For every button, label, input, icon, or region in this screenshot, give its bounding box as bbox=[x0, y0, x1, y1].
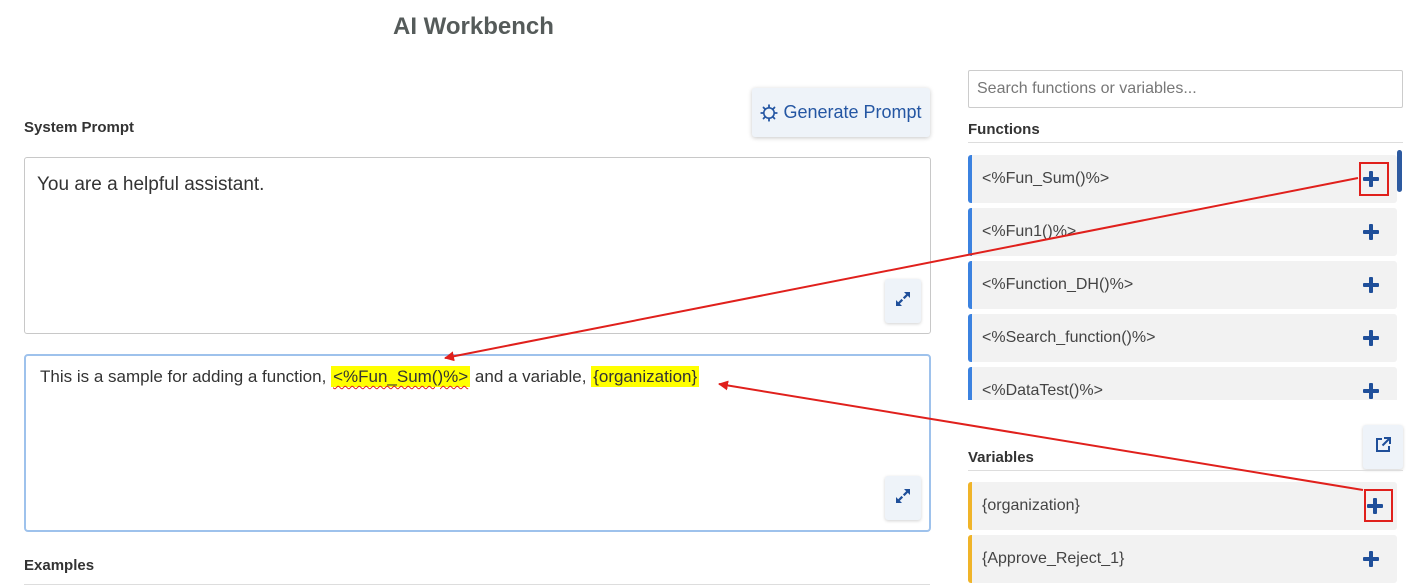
system-prompt-textarea[interactable]: You are a helpful assistant. bbox=[24, 157, 931, 334]
plus-icon[interactable] bbox=[1362, 329, 1380, 347]
variable-token-highlight: {organization} bbox=[591, 366, 700, 387]
function-item[interactable]: <%Search_function()%> bbox=[968, 314, 1397, 362]
variable-item-label: {organization} bbox=[982, 497, 1080, 514]
page-title: AI Workbench bbox=[393, 13, 554, 40]
expand-system-prompt-button[interactable] bbox=[885, 279, 921, 323]
function-item-label: <%Fun1()%> bbox=[982, 223, 1077, 240]
function-item-label: <%Search_function()%> bbox=[982, 329, 1156, 346]
annotation-box-variable-add bbox=[1364, 489, 1393, 522]
user-prompt-text: This is a sample for adding a function, … bbox=[40, 366, 700, 387]
functions-scrollbar[interactable] bbox=[1397, 150, 1402, 192]
function-item[interactable]: <%DataTest()%> bbox=[968, 367, 1397, 400]
annotation-box-function-add bbox=[1359, 162, 1389, 196]
variables-list[interactable]: {organization} {Approve_Reject_1} bbox=[968, 482, 1398, 586]
function-item[interactable]: <%Fun_Sum()%> bbox=[968, 155, 1397, 203]
plus-icon[interactable] bbox=[1362, 223, 1380, 241]
function-token-highlight: <%Fun_Sum()%> bbox=[331, 366, 471, 387]
variable-item[interactable]: {Approve_Reject_1} bbox=[968, 535, 1397, 583]
function-item-label: <%DataTest()%> bbox=[982, 382, 1103, 399]
expand-arrows-icon bbox=[895, 488, 911, 509]
search-input[interactable] bbox=[968, 70, 1403, 108]
function-item[interactable]: <%Fun1()%> bbox=[968, 208, 1397, 256]
user-prompt-textarea[interactable]: This is a sample for adding a function, … bbox=[24, 354, 931, 532]
system-prompt-label: System Prompt bbox=[24, 119, 135, 136]
examples-divider bbox=[24, 584, 930, 585]
variable-token: {organization} bbox=[593, 367, 698, 386]
plus-icon[interactable] bbox=[1362, 276, 1380, 294]
system-prompt-text: You are a helpful assistant. bbox=[37, 174, 265, 195]
variable-item[interactable]: {organization} bbox=[968, 482, 1397, 530]
plus-icon[interactable] bbox=[1362, 550, 1380, 568]
variable-item-label: {Approve_Reject_1} bbox=[982, 550, 1125, 567]
plus-icon[interactable] bbox=[1362, 382, 1380, 400]
variables-heading: Variables bbox=[968, 449, 1403, 471]
ai-workbench-page: AI Workbench Generate Prompt System Prom… bbox=[0, 0, 1414, 586]
examples-label: Examples bbox=[24, 557, 95, 574]
expand-arrows-icon bbox=[895, 291, 911, 312]
function-item[interactable]: <%Function_DH()%> bbox=[968, 261, 1397, 309]
functions-heading: Functions bbox=[968, 121, 1403, 143]
gear-icon bbox=[760, 103, 779, 122]
generate-prompt-button[interactable]: Generate Prompt bbox=[752, 88, 930, 137]
user-prompt-text-before: This is a sample for adding a function, bbox=[40, 367, 327, 386]
user-prompt-text-middle: and a variable, bbox=[474, 367, 587, 386]
expand-user-prompt-button[interactable] bbox=[885, 476, 921, 520]
generate-prompt-label: Generate Prompt bbox=[783, 102, 922, 122]
function-item-label: <%Fun_Sum()%> bbox=[982, 170, 1110, 187]
functions-list[interactable]: <%Fun_Sum()%> <%Fun1()%> <%Function_DH()… bbox=[968, 155, 1398, 400]
function-token: <%Fun_Sum()%> bbox=[333, 367, 469, 386]
function-item-label: <%Function_DH()%> bbox=[982, 276, 1134, 293]
